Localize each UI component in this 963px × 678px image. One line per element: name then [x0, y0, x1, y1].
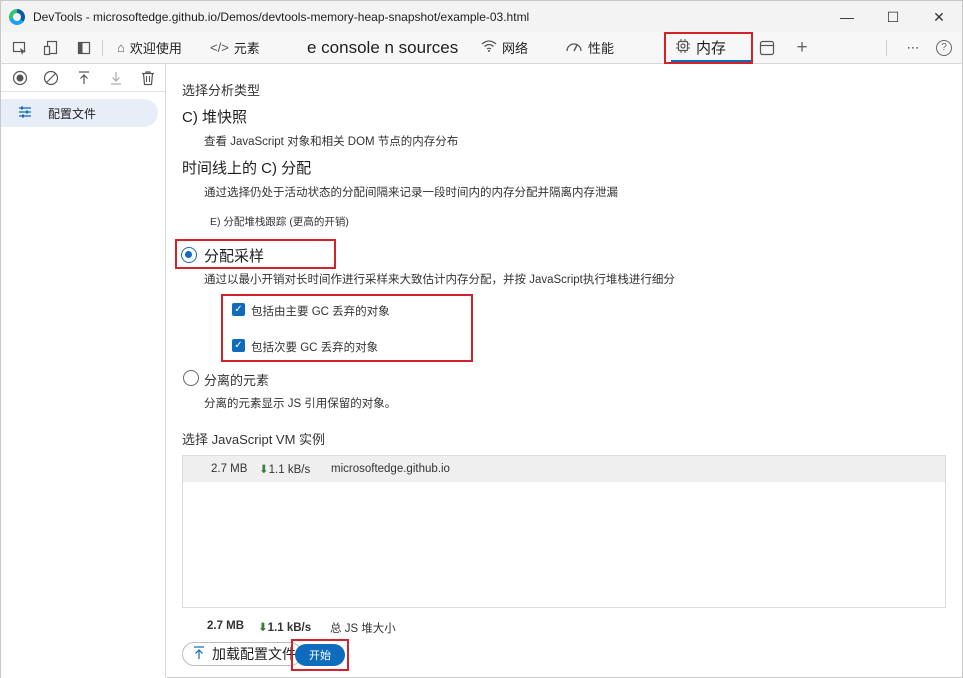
minimize-button[interactable]: — — [824, 1, 870, 33]
download-icon[interactable] — [106, 68, 126, 88]
highlight-start — [291, 639, 349, 671]
heap-size-summary: 2.7 MB ⬇1.1 kB/s 总 JS 堆大小 — [207, 620, 396, 635]
memory-panel: 选择分析类型 C) 堆快照 查看 JavaScript 对象和相关 DOM 节点… — [167, 64, 963, 678]
heap-snapshot-option[interactable]: C) 堆快照 — [182, 106, 247, 127]
close-button[interactable]: ✕ — [916, 1, 962, 33]
window-controls: — ☐ ✕ — [824, 1, 962, 33]
tab-performance[interactable]: 性能 — [565, 32, 614, 63]
heap-snapshot-desc: 查看 JavaScript 对象和相关 DOM 节点的内存分布 — [204, 136, 459, 148]
detached-desc: 分离的元素显示 JS 引用保留的对象。 — [204, 398, 397, 410]
sampling-desc: 通过以最小开销对长时间作进行采样来大致估计内存分配，并按 JavaScript执… — [204, 274, 675, 286]
vm-instance-heading: 选择 JavaScript VM 实例 — [182, 432, 326, 447]
dock-side-icon[interactable] — [74, 38, 94, 58]
trash-icon[interactable] — [138, 68, 158, 88]
highlight-gc-options — [221, 294, 473, 362]
inspect-element-icon[interactable] — [10, 38, 30, 58]
window-title: DevTools - microsoftedge.github.io/Demos… — [33, 9, 530, 24]
profiles-sidebar: 配置文件 — [0, 64, 166, 678]
clear-icon[interactable] — [41, 68, 61, 88]
profiles-toolbar — [1, 64, 165, 92]
help-icon[interactable]: ? — [934, 38, 954, 58]
toolbar-divider — [886, 40, 887, 56]
highlight-sampling — [175, 239, 336, 269]
highlight-memory-tab — [664, 32, 753, 64]
code-icon: </> — [210, 40, 229, 55]
timeline-allocation-desc: 通过选择仍处于活动状态的分配间隔来记录一段时间内的内存分配并隔离内存泄漏 — [204, 187, 618, 199]
sidebar-item-label: 配置文件 — [48, 106, 97, 121]
upload-icon — [193, 645, 205, 663]
record-icon[interactable] — [10, 68, 30, 88]
home-icon: ⌂ — [117, 40, 125, 55]
sliders-icon — [18, 105, 34, 122]
more-options-icon[interactable]: ⋯ — [903, 38, 923, 58]
maximize-button[interactable]: ☐ — [870, 1, 916, 33]
sidebar-item-profiles[interactable]: 配置文件 — [1, 99, 158, 127]
vm-instance-row[interactable]: 2.7 MB ⬇1.1 kB/s microsoftedge.github.io — [183, 456, 945, 482]
edge-devtools-icon — [9, 8, 25, 25]
vm-instance-list: 2.7 MB ⬇1.1 kB/s microsoftedge.github.io — [182, 455, 946, 608]
profile-type-heading: 选择分析类型 — [182, 83, 261, 98]
title-bar: DevTools - microsoftedge.github.io/Demos… — [0, 0, 963, 32]
device-emulation-icon[interactable] — [41, 38, 61, 58]
detached-radio[interactable] — [183, 370, 199, 386]
add-tab-icon[interactable]: + — [792, 37, 812, 58]
allocation-stack-option[interactable]: E) 分配堆栈跟踪 (更高的开销) — [210, 214, 349, 229]
timeline-allocation-option[interactable]: 时间线上的 C) 分配 — [182, 157, 311, 178]
panel-layout-icon[interactable] — [757, 38, 777, 58]
detached-option[interactable]: 分离的元素 — [204, 370, 269, 389]
tab-elements[interactable]: </> 元素 — [210, 32, 260, 63]
tab-network[interactable]: 网络 — [481, 32, 528, 63]
upload-icon[interactable] — [74, 68, 94, 88]
tab-welcome[interactable]: ⌂ 欢迎使用 — [117, 32, 182, 63]
load-profile-button[interactable]: 加载配置文件 — [182, 642, 302, 666]
wifi-icon — [481, 40, 497, 55]
toolbar-divider — [102, 40, 103, 56]
gauge-icon — [565, 40, 583, 55]
tab-console-sources[interactable]: e console n sources — [307, 32, 458, 63]
devtools-toolbar: ⌂ 欢迎使用 </> 元素 e console n sources 网络 性能 … — [0, 32, 963, 64]
